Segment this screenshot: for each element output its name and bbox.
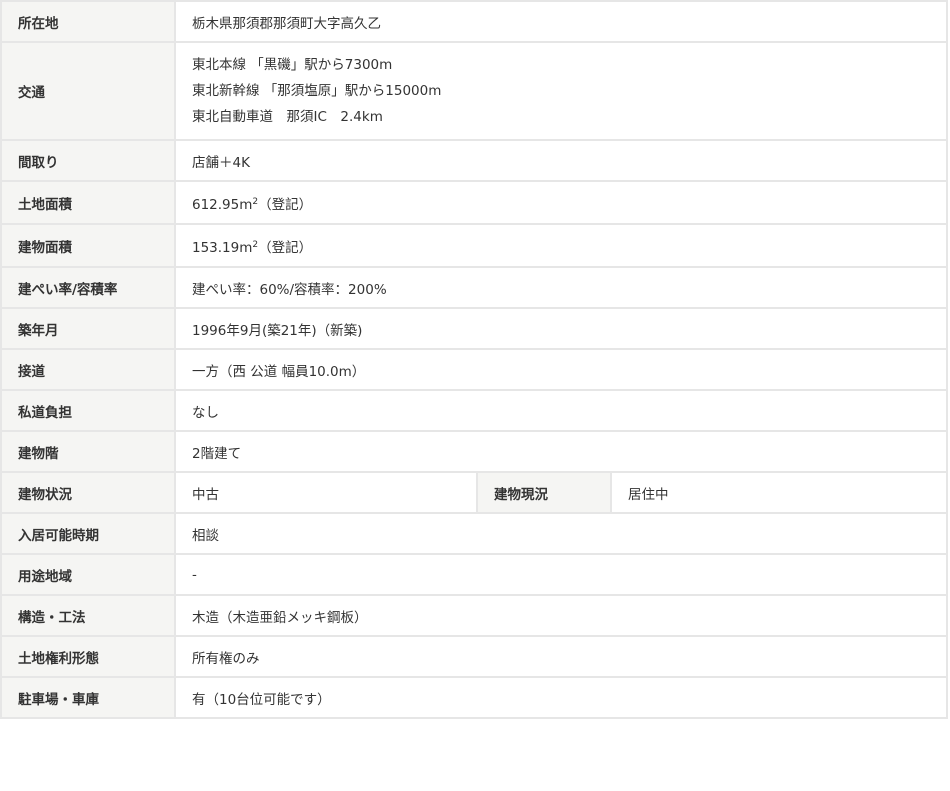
value-private-road: なし xyxy=(174,389,948,432)
label-condition: 建物状況 xyxy=(0,471,176,514)
property-spec-table: 所在地 栃木県那須郡那須町大字高久乙 交通 東北本線 「黒磯」駅から7300m … xyxy=(0,0,948,719)
value-floors: 2階建て xyxy=(174,430,948,473)
value-road-access: 一方（西 公道 幅員10.0m） xyxy=(174,348,948,391)
building-area-number: 153.19m xyxy=(192,239,253,256)
label-land-area: 土地面積 xyxy=(0,180,176,225)
label-road-access: 接道 xyxy=(0,348,176,391)
value-layout: 店舗＋4K xyxy=(174,139,948,182)
value-structure: 木造（木造亜鉛メッキ鋼板） xyxy=(174,594,948,637)
label-zoning: 用途地域 xyxy=(0,553,176,596)
building-area-note: （登記） xyxy=(258,239,313,256)
label-move-in: 入居可能時期 xyxy=(0,512,176,555)
transport-line-2: 東北新幹線 「那須塩原」駅から15000m xyxy=(192,83,442,99)
row-parking: 駐車場・車庫 有（10台位可能です） xyxy=(0,676,948,719)
label-floors: 建物階 xyxy=(0,430,176,473)
label-layout: 間取り xyxy=(0,139,176,182)
label-transport: 交通 xyxy=(0,41,176,141)
row-location: 所在地 栃木県那須郡那須町大字高久乙 xyxy=(0,0,948,43)
label-building-area: 建物面積 xyxy=(0,223,176,268)
row-building-area: 建物面積 153.19m2（登記） xyxy=(0,223,948,268)
label-private-road: 私道負担 xyxy=(0,389,176,432)
transport-line-3: 東北自動車道 那須IC 2.4km xyxy=(192,109,383,125)
row-condition: 建物状況 中古 建物現況 居住中 xyxy=(0,471,948,514)
row-move-in: 入居可能時期 相談 xyxy=(0,512,948,555)
row-coverage: 建ぺい率/容積率 建ぺい率：60%/容積率：200% xyxy=(0,266,948,309)
value-condition: 中古 xyxy=(174,471,478,514)
row-structure: 構造・工法 木造（木造亜鉛メッキ鋼板） xyxy=(0,594,948,637)
row-zoning: 用途地域 - xyxy=(0,553,948,596)
row-land-rights: 土地権利形態 所有権のみ xyxy=(0,635,948,678)
land-area-number: 612.95m xyxy=(192,196,253,213)
label-current-status: 建物現況 xyxy=(476,471,612,514)
label-structure: 構造・工法 xyxy=(0,594,176,637)
value-land-rights: 所有権のみ xyxy=(174,635,948,678)
transport-line-1: 東北本線 「黒磯」駅から7300m xyxy=(192,57,393,73)
property-spec-page: 所在地 栃木県那須郡那須町大字高久乙 交通 東北本線 「黒磯」駅から7300m … xyxy=(0,0,950,791)
row-floors: 建物階 2階建て xyxy=(0,430,948,473)
value-move-in: 相談 xyxy=(174,512,948,555)
row-land-area: 土地面積 612.95m2（登記） xyxy=(0,180,948,225)
value-zoning: - xyxy=(174,553,948,596)
row-built: 築年月 1996年9月(築21年)（新築) xyxy=(0,307,948,350)
row-transport: 交通 東北本線 「黒磯」駅から7300m 東北新幹線 「那須塩原」駅から1500… xyxy=(0,41,948,141)
value-coverage: 建ぺい率：60%/容積率：200% xyxy=(174,266,948,309)
row-private-road: 私道負担 なし xyxy=(0,389,948,432)
label-built: 築年月 xyxy=(0,307,176,350)
value-transport: 東北本線 「黒磯」駅から7300m 東北新幹線 「那須塩原」駅から15000m … xyxy=(174,41,948,141)
value-built: 1996年9月(築21年)（新築) xyxy=(174,307,948,350)
label-coverage: 建ぺい率/容積率 xyxy=(0,266,176,309)
value-land-area: 612.95m2（登記） xyxy=(174,180,948,225)
value-location: 栃木県那須郡那須町大字高久乙 xyxy=(174,0,948,43)
value-current-status: 居住中 xyxy=(610,471,948,514)
row-road-access: 接道 一方（西 公道 幅員10.0m） xyxy=(0,348,948,391)
label-parking: 駐車場・車庫 xyxy=(0,676,176,719)
value-parking: 有（10台位可能です） xyxy=(174,676,948,719)
label-land-rights: 土地権利形態 xyxy=(0,635,176,678)
land-area-note: （登記） xyxy=(258,196,313,213)
value-building-area: 153.19m2（登記） xyxy=(174,223,948,268)
row-layout: 間取り 店舗＋4K xyxy=(0,139,948,182)
label-location: 所在地 xyxy=(0,0,176,43)
